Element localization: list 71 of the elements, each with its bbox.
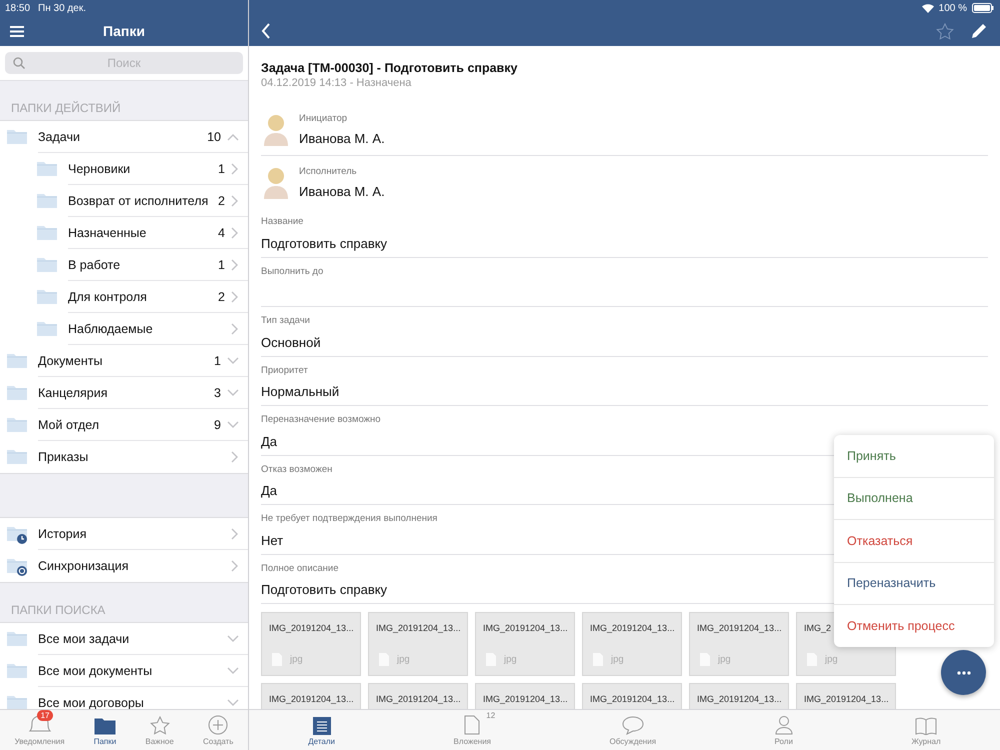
attachment-name: IMG_20191204_13... [697,693,782,706]
field-label: Инициатор [299,112,348,124]
field-label: Выполнить до [261,266,324,276]
folder-count: 1 [214,354,221,368]
folder-count: 4 [218,226,225,240]
file-type: jpg [718,654,731,665]
section-header: ПАПКИ ДЕЙСТВИЙ [11,101,121,115]
folder-count: 2 [218,290,225,304]
folder-label: История [38,526,88,540]
field-label: Исполнитель [299,166,358,176]
folder-label: Все мои задачи [38,632,130,646]
field-value: Нормальный [261,384,340,399]
folder-count: 10 [207,130,221,144]
folder-count: 2 [218,194,225,208]
field-value: Основной [261,334,321,350]
field-label: Тип задачи [261,315,310,326]
file-type: jpg [504,654,517,665]
folder-label: В работе [68,258,122,272]
folder-label: Приказы [38,450,90,464]
field-label: Название [261,216,304,227]
attachment-name: IMG_20191204_13... [376,622,461,635]
field-value: Нет [261,532,284,548]
folder-label: Синхронизация [38,559,130,573]
folder-label: Черновики [68,162,132,176]
person-name: Иванова М. А. [299,130,385,146]
file-type: jpg [290,654,303,665]
attachment-count: 12 [486,711,496,720]
folder-label: Наблюдаемые [68,322,154,336]
sidebar-title: Папки [103,23,145,39]
folder-label: Возврат от исполнителя [68,194,210,208]
folder-label: Все мои документы [38,664,154,678]
folder-count: 9 [214,418,221,432]
folder-count: 1 [218,258,225,272]
field-label: Полное описание [261,562,339,574]
field-label: Приоритет [261,364,308,376]
folder-count: 1 [218,162,225,176]
folder-label: Канцелярия [38,386,108,400]
field-label: Переназначение возможно [261,414,381,425]
field-value: Да [261,483,278,498]
attachment-name: IMG_20191204_13... [697,622,782,635]
file-type: jpg [397,654,410,665]
field-value: Подготовить справку [261,236,388,250]
notification-badge: 17 [36,710,54,721]
attachment-name: IMG_20191204_13... [590,622,675,635]
battery-percent: 100 % [938,2,967,14]
task-subtitle: 04.12.2019 14:13 - Назначена [261,77,412,89]
attachment-name: IMG_20191204_13... [269,693,354,706]
folder-label: Мой отдел [38,418,100,432]
attachment-name: IMG_20191204_13... [590,693,675,706]
attachment-name: IMG_2 [804,622,832,635]
status-time: 18:50 [5,2,30,14]
task-title: Задача [ТМ-00030] - Подготовить справку [261,61,518,75]
folder-label: Задачи [38,130,81,144]
attachment-name: IMG_20191204_13... [483,693,568,706]
field-label: Отказ возможен [261,464,332,474]
person-name: Иванова М. А. [299,184,385,198]
folder-label: Для контроля [68,290,148,304]
field-label: Не требует подтверждения выполнения [261,513,438,524]
attachment-name: IMG_20191204_13... [483,622,568,635]
file-type: jpg [825,654,838,665]
section-header: ПАПКИ ПОИСКА [11,603,106,617]
field-value: Да [261,434,278,448]
folder-label: Документы [38,354,104,368]
attachment-name: IMG_20191204_13... [269,622,354,635]
attachment-name: IMG_20191204_13... [376,693,461,706]
attachment-name: IMG_20191204_13... [804,693,889,706]
status-date: Пн 30 дек. [38,2,86,14]
folder-label: Назначенные [68,226,148,240]
folder-count: 3 [214,386,221,400]
field-value: Подготовить справку [261,582,388,597]
file-type: jpg [611,654,624,665]
